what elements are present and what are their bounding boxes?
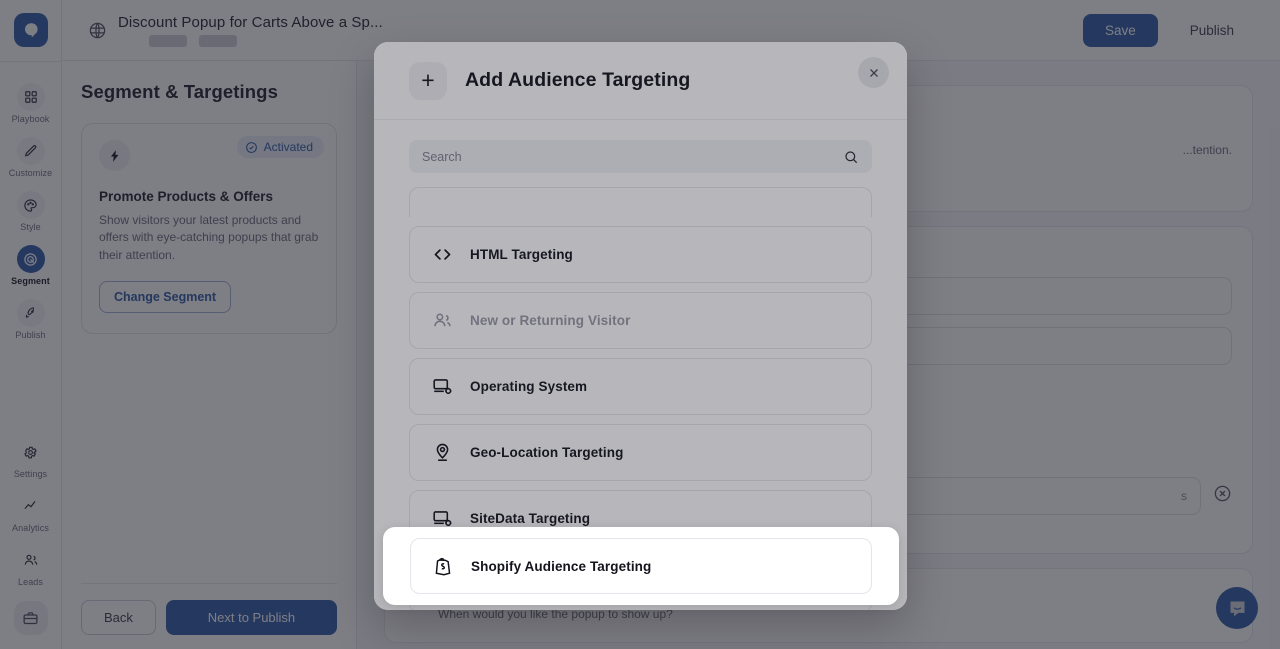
segment-footer-actions: Back Next to Publish [81,583,337,635]
option-label: HTML Targeting [470,247,573,262]
modal-title: Add Audience Targeting [465,69,691,91]
sidebar-label: Leads [17,577,44,587]
sidebar-label: Settings [13,469,48,479]
chart-line-icon [17,492,45,520]
save-button[interactable]: Save [1082,13,1158,47]
monitor-gear-icon [432,376,453,397]
sidebar-item-customize[interactable]: Customize [0,130,61,184]
option-shopify-audience-targeting[interactable]: Shopify Audience Targeting [410,538,872,594]
title-block: Discount Popup for Carts Above a Sp... [118,14,383,47]
shopify-bag-icon [433,556,454,577]
status-badge-label: Activated [263,140,313,154]
bolt-icon [99,140,130,171]
grid-icon [16,83,45,111]
chip-skeleton [149,34,187,47]
rail-secondary-items: Settings Analytics Leads [0,431,61,649]
shopify-option-spotlight: Shopify Audience Targeting [383,527,899,605]
remove-icon[interactable] [1213,484,1232,508]
left-nav-rail: Playbook Customize Style Segment Publish… [0,0,62,649]
close-icon[interactable] [858,57,889,88]
title-placeholder-chips [118,34,383,47]
option-operating-system[interactable]: Operating System [409,358,872,415]
palette-icon [16,191,45,219]
briefcase-icon[interactable] [13,601,48,635]
publish-button[interactable]: Publish [1168,14,1256,47]
next-to-publish-button[interactable]: Next to Publish [165,600,337,635]
sidebar-item-leads[interactable]: Leads [0,539,61,593]
header-actions: Save Publish [1082,13,1256,47]
segment-card-description: Show visitors your latest products and o… [99,213,319,262]
sidebar-label: Style [20,222,41,232]
segment-heading: Segment & Targetings [81,81,278,102]
users-icon [17,546,45,574]
segment-panel: Segment & Targetings Activated Promote P… [62,61,357,649]
option-label: Geo-Location Targeting [470,445,624,460]
add-audience-targeting-modal: + Add Audience Targeting HTML Targeting [374,42,907,610]
check-circle-icon [245,141,257,153]
plus-icon: + [409,61,447,100]
gear-icon [17,438,45,466]
option-new-or-returning-visitor: New or Returning Visitor [409,292,872,349]
back-button[interactable]: Back [81,600,156,635]
segment-card-title: Promote Products & Offers [99,189,274,204]
rail-primary-items: Playbook Customize Style Segment Publish [0,62,61,346]
search-field-wrapper [409,140,872,173]
sidebar-label: Playbook [11,114,50,124]
change-segment-button[interactable]: Change Segment [99,281,232,314]
app-logo-icon[interactable] [13,13,48,47]
field-suffix: s [1181,489,1187,504]
target-icon [16,245,45,273]
segment-card: Activated Promote Products & Offers Show… [81,123,337,335]
search-input[interactable] [422,149,843,164]
pencil-icon [16,137,45,165]
page-title: Discount Popup for Carts Above a Sp... [118,13,383,31]
option-geo-location-targeting[interactable]: Geo-Location Targeting [409,424,872,481]
sidebar-label: Customize [8,168,53,178]
sidebar-label: Publish [15,330,46,340]
option-label: SiteData Targeting [470,511,591,526]
search-icon[interactable] [843,149,859,165]
sidebar-item-analytics[interactable]: Analytics [0,485,61,539]
option-label: Shopify Audience Targeting [471,558,652,574]
sidebar-item-settings[interactable]: Settings [0,431,61,485]
pin-icon [432,442,453,463]
sidebar-item-segment[interactable]: Segment [0,238,61,292]
sidebar-label: Segment [11,276,50,286]
sidebar-item-publish[interactable]: Publish [0,292,61,346]
option-label: New or Returning Visitor [470,313,631,328]
status-badge: Activated [236,136,324,158]
rocket-icon [16,299,45,327]
list-item-partial[interactable] [409,187,872,217]
chat-bubble-icon[interactable] [1216,587,1258,629]
chip-skeleton [199,34,237,47]
sidebar-label: Analytics [12,523,49,533]
option-html-targeting[interactable]: HTML Targeting [409,226,872,283]
modal-header: + Add Audience Targeting [374,42,907,120]
code-icon [432,244,453,265]
sidebar-item-playbook[interactable]: Playbook [0,76,61,130]
monitor-gear-icon [432,508,453,529]
globe-icon [88,21,107,40]
sidebar-item-style[interactable]: Style [0,184,61,238]
users-icon [432,310,453,331]
option-label: Operating System [470,379,588,394]
